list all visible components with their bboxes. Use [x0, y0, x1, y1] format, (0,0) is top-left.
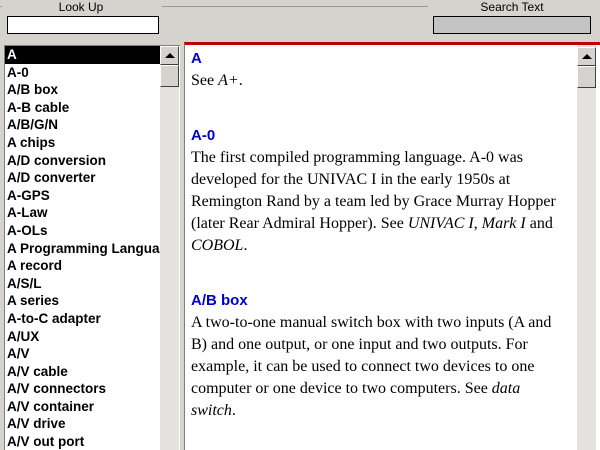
entry-title: A/B box	[191, 292, 248, 309]
term-list-scrollbar[interactable]	[160, 46, 179, 450]
list-item[interactable]: A-GPS	[5, 187, 161, 205]
toolbar-divider	[162, 6, 428, 7]
entry-text-segment: and	[525, 215, 553, 232]
list-item[interactable]: A/V cable	[5, 363, 161, 381]
term-list-items: A A-0 A/B box A-B cable A/B/G/N A chips A/D co…	[5, 46, 161, 450]
list-item[interactable]: A record	[5, 257, 161, 275]
list-item[interactable]: A Programming Language	[5, 240, 161, 258]
list-item[interactable]: A-Law	[5, 204, 161, 222]
definition-scrollbar[interactable]	[577, 45, 596, 450]
definition-body: A See A+. A-0 The first compiled programmin…	[191, 49, 567, 450]
definition-scroll-up-button[interactable]	[577, 47, 596, 66]
list-item[interactable]: A-B cable	[5, 99, 161, 117]
list-item[interactable]: A-OLs	[5, 222, 161, 240]
list-item[interactable]: A/V connectors	[5, 380, 161, 398]
entry-text: See A+.	[191, 70, 567, 92]
term-list-scroll-up-button[interactable]	[160, 46, 179, 65]
list-item[interactable]: A-0	[5, 64, 161, 82]
arrow-up-icon	[582, 54, 592, 59]
list-item[interactable]: A	[5, 46, 161, 64]
list-item[interactable]: A/B/G/N	[5, 116, 161, 134]
arrow-up-icon	[165, 53, 175, 58]
search-text-input[interactable]	[433, 16, 591, 34]
definition-pane: A See A+. A-0 The first compiled programmin…	[184, 42, 600, 450]
list-item[interactable]: A series	[5, 292, 161, 310]
entry-text-segment: .	[243, 237, 248, 254]
list-item[interactable]: A/S/L	[5, 275, 161, 293]
cross-reference-link[interactable]: Mark I	[482, 215, 526, 232]
definition-entry: A-0 The first compiled programming langua…	[191, 126, 567, 257]
term-list-scroll-thumb[interactable]	[160, 65, 179, 87]
entry-text-segment: See	[191, 72, 219, 89]
entry-text: A two-to-one manual switch box with two …	[191, 312, 567, 422]
cross-reference-link[interactable]: COBOL	[191, 237, 243, 254]
definition-scroll-thumb[interactable]	[577, 66, 596, 88]
search-text-label: Search Text	[480, 0, 544, 14]
entry-text-segment: .	[238, 72, 243, 89]
list-item[interactable]: A/V out port	[5, 433, 161, 450]
entry-text-segment: .	[231, 402, 236, 419]
list-item[interactable]: A chips	[5, 134, 161, 152]
list-item[interactable]: A-to-C adapter	[5, 310, 161, 328]
list-item[interactable]: A/D conversion	[5, 152, 161, 170]
definition-entry: A See A+.	[191, 49, 567, 92]
lookup-label: Look Up	[58, 0, 104, 14]
term-list[interactable]: A A-0 A/B box A-B cable A/B/G/N A chips A/D co…	[4, 45, 180, 450]
entry-title: A	[191, 50, 202, 67]
list-item[interactable]: A/V drive	[5, 415, 161, 433]
entry-text-segment: ,	[473, 215, 482, 232]
entry-text: The first compiled programming language.…	[191, 147, 567, 257]
top-toolbar: Look Up Search Text	[0, 0, 600, 42]
toolbar-divider-left	[0, 6, 2, 7]
list-item[interactable]: A/UX	[5, 328, 161, 346]
list-item[interactable]: A/D converter	[5, 169, 161, 187]
definition-entry: A/B box A two-to-one manual switch box wi…	[191, 291, 567, 422]
list-item[interactable]: A/B box	[5, 81, 161, 99]
list-item[interactable]: A/V	[5, 345, 161, 363]
list-item[interactable]: A/V container	[5, 398, 161, 416]
cross-reference-link[interactable]: UNIVAC I	[408, 215, 474, 232]
lookup-input[interactable]	[7, 16, 159, 34]
entry-title: A-0	[191, 127, 216, 144]
cross-reference-link[interactable]: A+	[218, 72, 239, 89]
